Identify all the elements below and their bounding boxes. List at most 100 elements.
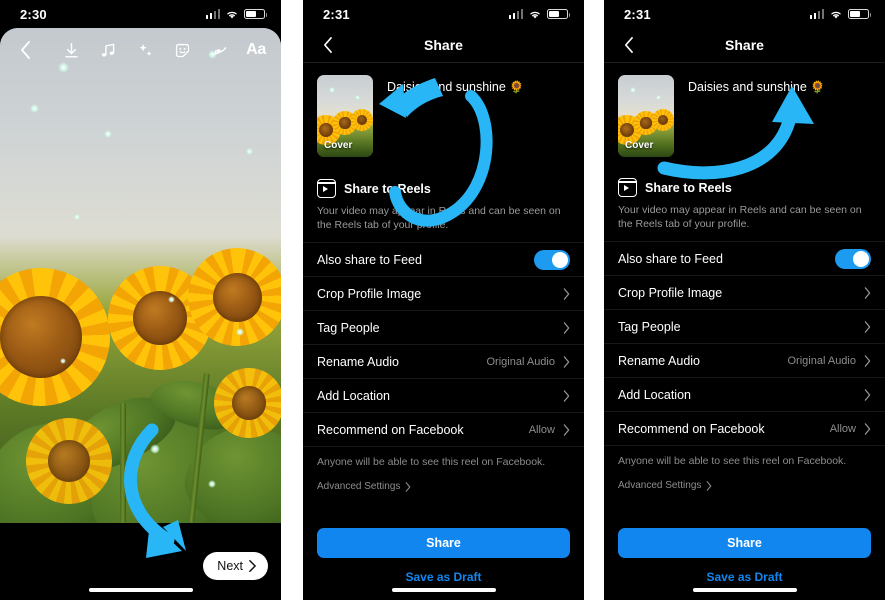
status-time: 2:31 bbox=[323, 6, 350, 22]
battery-icon bbox=[848, 9, 871, 19]
back-button[interactable] bbox=[317, 35, 337, 55]
chevron-left-icon bbox=[624, 36, 633, 54]
sparkle-effect bbox=[329, 87, 335, 93]
sparkle-effect bbox=[208, 480, 216, 488]
chevron-right-icon bbox=[563, 424, 570, 436]
cellular-signal-icon bbox=[508, 9, 523, 19]
cover-thumbnail[interactable]: Cover bbox=[317, 75, 373, 157]
row-label: Tag People bbox=[317, 320, 380, 335]
draw-squiggle-icon[interactable] bbox=[208, 39, 230, 61]
status-bar: 2:31 bbox=[303, 0, 584, 28]
share-button-label: Share bbox=[426, 536, 461, 550]
next-button[interactable]: Next bbox=[203, 552, 268, 580]
row-add-location[interactable]: Add Location bbox=[604, 377, 885, 411]
save-as-draft-link[interactable]: Save as Draft bbox=[604, 570, 885, 584]
share-header: Share bbox=[303, 28, 584, 62]
row-add-location[interactable]: Add Location bbox=[303, 378, 584, 412]
cover-label: Cover bbox=[324, 140, 353, 151]
share-to-reels-description: Your video may appear in Reels and can b… bbox=[317, 205, 561, 232]
sunflower-graphic bbox=[351, 109, 373, 131]
flower-stem bbox=[120, 403, 126, 523]
sparkle-effect bbox=[246, 148, 253, 155]
row-tag-people[interactable]: Tag People bbox=[604, 309, 885, 343]
cover-and-caption-row: Cover Daisies and sunshine 🌻 bbox=[604, 63, 885, 157]
sunflower-graphic bbox=[214, 368, 281, 438]
save-as-draft-link[interactable]: Save as Draft bbox=[303, 570, 584, 584]
sunflower-emoji: 🌻 bbox=[509, 80, 525, 94]
row-label: Rename Audio bbox=[618, 353, 701, 368]
also-share-to-feed-toggle[interactable] bbox=[835, 248, 871, 269]
status-indicators bbox=[508, 9, 570, 20]
settings-rows: Also share to Feed Crop Profile Image Ta… bbox=[604, 241, 885, 491]
share-header: Share bbox=[604, 28, 885, 62]
row-crop-profile-image[interactable]: Crop Profile Image bbox=[303, 276, 584, 310]
row-label: Crop Profile Image bbox=[618, 285, 723, 300]
row-rename-audio[interactable]: Rename Audio Original Audio bbox=[604, 343, 885, 377]
facebook-note: Anyone will be able to see this reel on … bbox=[303, 446, 584, 468]
cover-label: Cover bbox=[625, 140, 654, 151]
row-label: Rename Audio bbox=[317, 354, 400, 369]
page-title: Share bbox=[424, 37, 463, 53]
status-indicators bbox=[205, 9, 267, 20]
chevron-right-icon bbox=[864, 389, 871, 401]
cellular-signal-icon bbox=[205, 9, 220, 19]
row-label: Recommend on Facebook bbox=[618, 421, 765, 436]
chevron-left-icon bbox=[323, 36, 332, 54]
sparkle-effect bbox=[104, 130, 112, 138]
sparkle-effect bbox=[355, 95, 360, 100]
status-indicators bbox=[809, 9, 871, 20]
row-label: Also share to Feed bbox=[618, 251, 723, 266]
sunflower-graphic bbox=[26, 418, 112, 504]
row-label: Tag People bbox=[618, 319, 681, 334]
status-bar: 2:31 bbox=[604, 0, 885, 28]
also-share-to-feed-toggle[interactable] bbox=[534, 249, 570, 270]
sparkles-effects-icon[interactable] bbox=[134, 39, 156, 61]
text-aa-icon[interactable]: Aa bbox=[245, 39, 267, 61]
caption-text[interactable]: Daisies and sunshine 🌻 bbox=[387, 75, 524, 157]
row-also-share-to-feed[interactable]: Also share to Feed bbox=[604, 241, 885, 275]
status-time: 2:30 bbox=[20, 6, 47, 22]
sparkle-effect bbox=[656, 95, 661, 100]
row-also-share-to-feed[interactable]: Also share to Feed bbox=[303, 242, 584, 276]
reels-icon bbox=[617, 178, 638, 197]
advanced-settings-link[interactable]: Advanced Settings bbox=[303, 468, 584, 492]
share-to-reels-title: Share to Reels bbox=[316, 179, 570, 198]
row-tag-people[interactable]: Tag People bbox=[303, 310, 584, 344]
three-panel-screenshot: 2:30 Aa Next 2:31 Share Cover Daisies an… bbox=[0, 0, 885, 600]
sparkle-effect bbox=[236, 328, 244, 336]
page-title: Share bbox=[725, 37, 764, 53]
sparkle-effect bbox=[150, 444, 160, 454]
chevron-right-icon bbox=[563, 288, 570, 300]
chevron-right-icon bbox=[707, 481, 712, 491]
share-button-label: Share bbox=[727, 536, 762, 550]
chevron-right-icon bbox=[249, 560, 256, 572]
row-label: Crop Profile Image bbox=[317, 286, 422, 301]
caption-text[interactable]: Daisies and sunshine 🌻 bbox=[688, 75, 825, 157]
wifi-icon bbox=[831, 11, 841, 19]
share-to-reels-title: Share to Reels bbox=[617, 178, 871, 197]
share-button[interactable]: Share bbox=[618, 528, 871, 558]
facebook-note: Anyone will be able to see this reel on … bbox=[604, 445, 885, 467]
download-icon[interactable] bbox=[60, 39, 82, 61]
row-crop-profile-image[interactable]: Crop Profile Image bbox=[604, 275, 885, 309]
sparkle-effect bbox=[74, 214, 80, 220]
sunflower-graphic bbox=[652, 109, 674, 131]
row-label: Add Location bbox=[618, 387, 691, 402]
advanced-settings-label: Advanced Settings bbox=[618, 480, 702, 492]
row-recommend-on-facebook[interactable]: Recommend on Facebook Allow bbox=[303, 412, 584, 446]
music-note-icon[interactable] bbox=[97, 39, 119, 61]
row-value: Original Audio bbox=[787, 354, 857, 367]
chevron-right-icon bbox=[864, 355, 871, 367]
editor-media-preview[interactable] bbox=[0, 28, 281, 523]
share-button[interactable]: Share bbox=[317, 528, 570, 558]
advanced-settings-link[interactable]: Advanced Settings bbox=[604, 467, 885, 491]
back-button[interactable] bbox=[12, 37, 38, 63]
cover-thumbnail[interactable]: Cover bbox=[618, 75, 674, 157]
back-button[interactable] bbox=[618, 35, 638, 55]
row-recommend-on-facebook[interactable]: Recommend on Facebook Allow bbox=[604, 411, 885, 445]
phone-panel-share-caption: 2:31 Share Cover Daisies and sunshine 🌻 … bbox=[604, 0, 885, 600]
row-rename-audio[interactable]: Rename Audio Original Audio bbox=[303, 344, 584, 378]
caption-value: Daisies and sunshine bbox=[387, 80, 506, 94]
sticker-smiley-icon[interactable] bbox=[171, 39, 193, 61]
status-bar: 2:30 bbox=[0, 0, 281, 28]
